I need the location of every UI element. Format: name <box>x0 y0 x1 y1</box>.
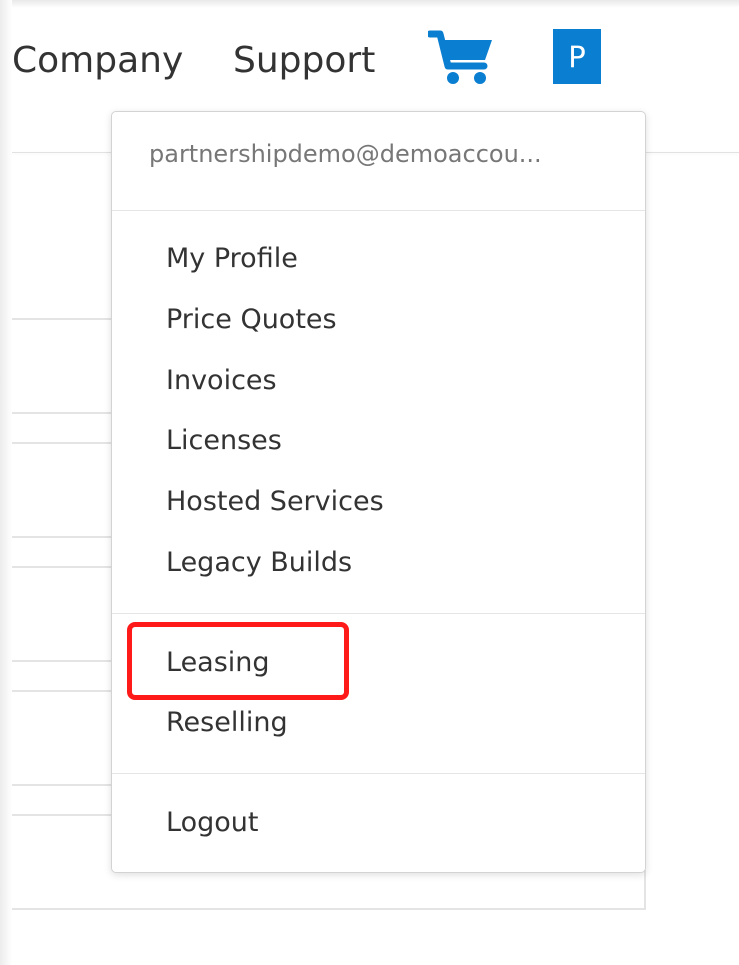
menu-item-reselling[interactable]: Reselling <box>166 707 288 738</box>
account-dropdown-menu: partnershipdemo@demoaccou... My Profile … <box>111 111 646 873</box>
nav-support-link[interactable]: Support <box>233 40 375 81</box>
background-divider <box>12 412 112 414</box>
menu-item-legacy-builds[interactable]: Legacy Builds <box>166 547 352 578</box>
menu-divider <box>112 613 645 614</box>
menu-item-invoices[interactable]: Invoices <box>166 365 277 396</box>
background-panel-right <box>644 870 646 910</box>
background-divider <box>12 566 112 568</box>
background-divider <box>12 784 112 786</box>
background-panel-bottom <box>12 908 646 910</box>
menu-divider <box>112 210 645 211</box>
menu-item-licenses[interactable]: Licenses <box>166 425 282 456</box>
background-divider <box>12 660 112 662</box>
background-divider <box>12 536 112 538</box>
shopping-cart-icon[interactable] <box>426 28 494 86</box>
background-divider <box>12 442 112 444</box>
menu-item-my-profile[interactable]: My Profile <box>166 243 298 274</box>
menu-item-hosted-services[interactable]: Hosted Services <box>166 486 384 517</box>
background-divider <box>12 318 112 320</box>
window-left-edge <box>0 0 12 965</box>
account-email: partnershipdemo@demoaccou... <box>149 140 542 168</box>
page: Company Support P partnershipdemo@demoac… <box>0 0 739 965</box>
menu-item-leasing[interactable]: Leasing <box>166 647 270 678</box>
nav-company-link[interactable]: Company <box>12 40 183 81</box>
background-divider <box>12 814 112 816</box>
menu-item-logout[interactable]: Logout <box>166 807 258 838</box>
user-avatar-button[interactable]: P <box>553 29 601 84</box>
window-top-edge <box>0 0 739 8</box>
menu-item-price-quotes[interactable]: Price Quotes <box>166 304 337 335</box>
menu-divider <box>112 773 645 774</box>
background-divider <box>12 690 112 692</box>
